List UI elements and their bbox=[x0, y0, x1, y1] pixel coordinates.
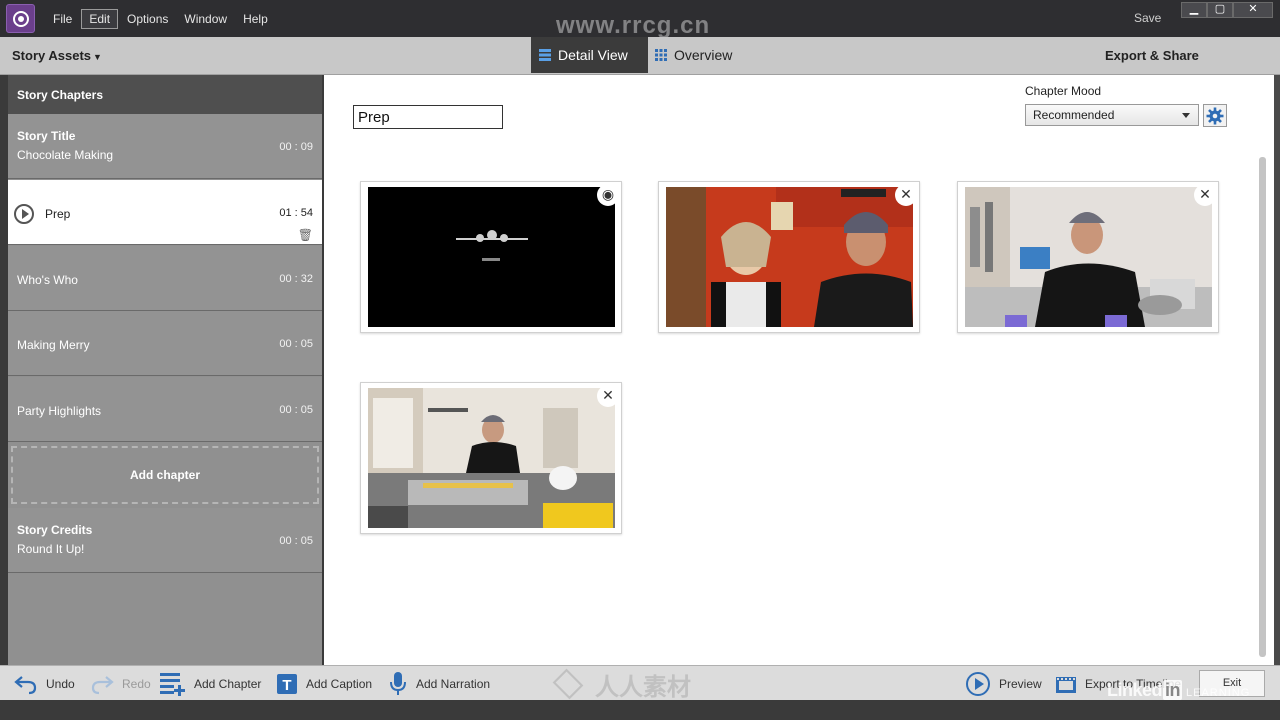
add-chapter-button[interactable]: Add Chapter bbox=[160, 666, 261, 701]
interview-image bbox=[666, 187, 913, 327]
watermark-text: 人人素材 bbox=[595, 673, 691, 701]
redo-icon bbox=[91, 675, 114, 694]
gear-icon bbox=[1206, 107, 1224, 125]
chapter-story-title[interactable]: Story Title Chocolate Making 00 : 09 bbox=[8, 114, 322, 179]
chapter-name: Chocolate Making bbox=[17, 148, 114, 162]
menu-window[interactable]: Window bbox=[177, 10, 234, 28]
close-icon[interactable]: ✕ bbox=[895, 184, 917, 206]
add-narration-label: Add Narration bbox=[416, 676, 491, 691]
chapter-prep[interactable]: Prep 01 : 54 🗑 bbox=[8, 180, 322, 245]
title-card-image bbox=[368, 187, 615, 327]
story-chapters-panel: Story Chapters Story Title Chocolate Mak… bbox=[0, 75, 324, 665]
media-thumbnail-interview[interactable]: ✕ bbox=[658, 181, 920, 333]
menu-file[interactable]: File bbox=[46, 10, 79, 28]
close-icon[interactable]: ✕ bbox=[597, 385, 619, 407]
brand-in-text: in bbox=[1163, 680, 1183, 700]
eye-icon[interactable]: ◉ bbox=[597, 184, 619, 206]
chapter-name: Round It Up! bbox=[17, 542, 85, 556]
chapter-making-merry[interactable]: Making Merry 00 : 05 bbox=[8, 311, 322, 376]
close-window-button[interactable]: ✕ bbox=[1233, 2, 1273, 18]
grid-view-icon bbox=[655, 49, 667, 61]
svg-text:T: T bbox=[282, 677, 291, 694]
export-share-button[interactable]: Export & Share bbox=[1105, 48, 1199, 63]
chapter-whos-who[interactable]: Who's Who 00 : 32 bbox=[8, 246, 322, 311]
chapter-detail-area: Chapter Mood Recommended bbox=[324, 75, 1274, 665]
close-icon[interactable]: ✕ bbox=[1194, 184, 1216, 206]
chapter-mood-label: Chapter Mood bbox=[1025, 84, 1102, 98]
list-view-icon bbox=[539, 49, 551, 61]
tab-overview-label: Overview bbox=[674, 47, 733, 63]
title-bar: File Edit Options Window Help www.rrcg.c… bbox=[0, 0, 1280, 39]
mood-settings-button[interactable] bbox=[1203, 104, 1227, 127]
add-chapter-icon bbox=[160, 672, 185, 696]
add-narration-button[interactable]: Add Narration bbox=[388, 666, 490, 701]
minimize-button[interactable]: ▁ bbox=[1181, 2, 1207, 18]
maximize-button[interactable]: ▢ bbox=[1207, 2, 1233, 18]
app-logo-icon bbox=[6, 4, 35, 33]
play-icon[interactable] bbox=[14, 204, 34, 224]
menu-options[interactable]: Options bbox=[120, 10, 175, 28]
chef-kitchen-image bbox=[965, 187, 1212, 327]
caption-icon: T bbox=[277, 673, 297, 694]
chapter-heading: Story Credits bbox=[17, 523, 93, 537]
menu-bar: File Edit Options Window Help bbox=[46, 0, 277, 37]
trash-icon[interactable]: 🗑 bbox=[298, 228, 313, 242]
chapter-duration: 00 : 05 bbox=[279, 535, 313, 547]
workbench-image bbox=[368, 388, 615, 528]
bottom-watermark: 人人素材 bbox=[551, 668, 691, 701]
add-chapter-placeholder[interactable]: Add chapter bbox=[11, 446, 319, 504]
undo-icon bbox=[14, 675, 37, 694]
tab-detail-view-label: Detail View bbox=[558, 47, 628, 63]
preview-button[interactable]: Preview bbox=[965, 666, 1042, 701]
story-assets-label: Story Assets bbox=[12, 48, 91, 63]
undo-label: Undo bbox=[46, 676, 75, 691]
chapter-party-highlights[interactable]: Party Highlights 00 : 05 bbox=[8, 377, 322, 442]
media-thumbnail-workbench[interactable]: ✕ bbox=[360, 382, 622, 534]
menu-edit[interactable]: Edit bbox=[81, 8, 119, 29]
linkedin-learning-logo: Linked in LEARNING bbox=[1107, 680, 1250, 701]
chapter-heading: Story Title bbox=[17, 129, 76, 143]
add-caption-button[interactable]: T Add Caption bbox=[276, 666, 372, 701]
chapter-title-input[interactable] bbox=[353, 105, 503, 129]
chapter-mood-dropdown[interactable]: Recommended bbox=[1025, 104, 1199, 126]
redo-label: Redo bbox=[122, 676, 151, 691]
tab-overview[interactable]: Overview bbox=[655, 37, 732, 73]
redo-button[interactable]: Redo bbox=[90, 666, 151, 701]
watermark-logo-icon bbox=[552, 668, 584, 700]
add-caption-label: Add Caption bbox=[306, 676, 373, 691]
play-icon bbox=[966, 671, 990, 696]
top-toolbar: Story Assets ▼ Detail View Overview Expor… bbox=[0, 37, 1280, 75]
chapter-name: Prep bbox=[45, 207, 71, 221]
story-assets-menu[interactable]: Story Assets ▼ bbox=[12, 48, 102, 63]
bottom-strip bbox=[0, 700, 1280, 720]
film-icon bbox=[1056, 676, 1076, 693]
chapter-name: Making Merry bbox=[17, 338, 90, 352]
tab-detail-view[interactable]: Detail View bbox=[531, 37, 648, 73]
chapter-duration: 00 : 05 bbox=[279, 404, 313, 416]
dropdown-arrow-icon bbox=[1182, 113, 1190, 118]
chapter-duration: 00 : 32 bbox=[279, 273, 313, 285]
add-chapter-label: Add Chapter bbox=[194, 676, 262, 691]
chapter-mood-value: Recommended bbox=[1033, 108, 1115, 122]
story-chapters-header: Story Chapters bbox=[8, 75, 322, 114]
chapter-duration: 00 : 09 bbox=[279, 141, 313, 153]
chapter-story-credits[interactable]: Story Credits Round It Up! 00 : 05 bbox=[8, 508, 322, 573]
watermark: www.rrcg.cn bbox=[556, 12, 711, 39]
caret-down-icon: ▼ bbox=[93, 52, 102, 62]
brand-linked-text: Linked bbox=[1107, 680, 1163, 700]
media-thumbnail-chef-kitchen[interactable]: ✕ bbox=[957, 181, 1219, 333]
menu-help[interactable]: Help bbox=[236, 10, 275, 28]
undo-button[interactable]: Undo bbox=[14, 666, 75, 701]
save-button[interactable]: Save bbox=[1134, 11, 1161, 25]
chapter-duration: 01 : 54 bbox=[279, 207, 313, 219]
chapter-name: Who's Who bbox=[17, 273, 78, 287]
media-thumbnail-title-card[interactable]: ◉ bbox=[360, 181, 622, 333]
microphone-icon bbox=[390, 671, 406, 695]
brand-learning-text: LEARNING bbox=[1186, 687, 1251, 699]
preview-label: Preview bbox=[999, 676, 1042, 691]
chapter-name: Party Highlights bbox=[17, 404, 102, 418]
chapter-duration: 00 : 05 bbox=[279, 338, 313, 350]
vertical-scrollbar[interactable] bbox=[1259, 157, 1266, 657]
